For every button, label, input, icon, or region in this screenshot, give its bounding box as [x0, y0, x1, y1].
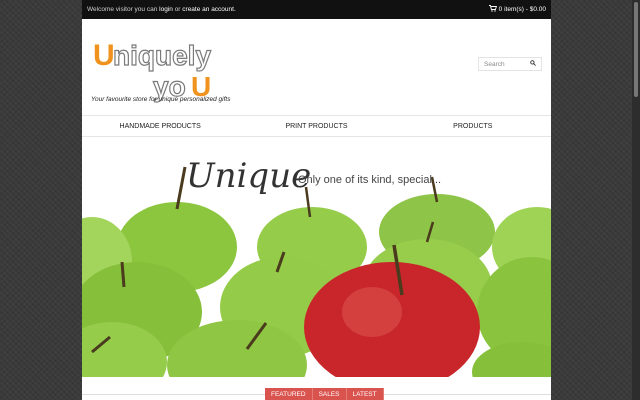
svg-text:U: U	[93, 39, 115, 72]
cart-icon	[488, 5, 497, 14]
search-input[interactable]: Search	[478, 57, 542, 71]
tagline: Your favourite store for unique personal…	[91, 96, 231, 103]
or-text: or	[174, 6, 181, 13]
welcome-text: Welcome visitor you can login or create …	[87, 6, 236, 13]
nav-print-products[interactable]: PRINT PRODUCTS	[238, 123, 394, 130]
scrollbar-thumb[interactable]	[634, 2, 638, 97]
svg-text:niquely: niquely	[113, 40, 211, 71]
welcome-prefix: Welcome visitor you can	[87, 6, 158, 13]
scrollbar[interactable]	[632, 0, 640, 400]
page: Welcome visitor you can login or create …	[82, 0, 551, 400]
product-tabs: FEATURED SALES LATEST	[265, 388, 384, 400]
search-icon[interactable]	[530, 60, 536, 68]
nav-handmade-products[interactable]: HANDMADE PRODUCTS	[82, 123, 238, 130]
nav-products[interactable]: PRODUCTS	[395, 123, 551, 130]
store-logo[interactable]: U niquely yo U	[91, 33, 213, 103]
hero-title: Unique	[186, 156, 311, 196]
main-nav: HANDMADE PRODUCTS PRINT PRODUCTS PRODUCT…	[82, 115, 551, 137]
search-placeholder: Search	[484, 60, 505, 68]
cart-button[interactable]: 0 item(s) - $0.00	[488, 5, 546, 14]
cart-summary: 0 item(s) - $0.00	[498, 6, 546, 13]
top-bar: Welcome visitor you can login or create …	[82, 0, 551, 19]
login-link[interactable]: login	[159, 6, 173, 13]
hero-banner[interactable]: Unique Only one of its kind, special...	[82, 137, 551, 377]
hero-subtitle: Only one of its kind, special...	[298, 174, 441, 186]
create-account-link[interactable]: create an account.	[182, 6, 235, 13]
tab-featured[interactable]: FEATURED	[265, 388, 313, 400]
tab-sales[interactable]: SALES	[312, 388, 347, 400]
tab-latest[interactable]: LATEST	[346, 388, 384, 400]
